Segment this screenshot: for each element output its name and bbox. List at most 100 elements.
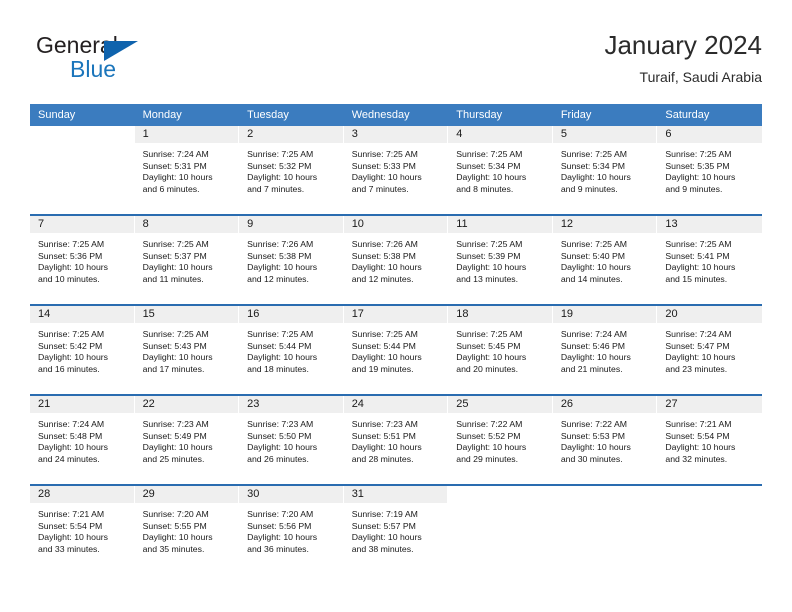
daylight-line2-text: and 32 minutes. — [665, 453, 728, 464]
sunset-text: Sunset: 5:51 PM — [351, 430, 416, 441]
daylight-line1-text: Daylight: 10 hours — [142, 262, 213, 273]
day-cell-30[interactable]: 30 Sunrise: 7:20 AM Sunset: 5:56 PM Dayligh… — [239, 486, 344, 574]
sunset-text: Sunset: 5:38 PM — [351, 250, 416, 261]
day-info: Sunrise: 7:23 AM Sunset: 5:49 PM Daylight:… — [135, 413, 239, 465]
day-cell-23[interactable]: 23 Sunrise: 7:23 AM Sunset: 5:50 PM Dayligh… — [239, 396, 344, 484]
sunset-text: Sunset: 5:47 PM — [665, 340, 730, 351]
daylight-line2-text: and 6 minutes. — [142, 183, 200, 194]
day-number: 19 — [552, 306, 657, 323]
day-cell-26[interactable]: 26 Sunrise: 7:22 AM Sunset: 5:53 PM Dayligh… — [552, 396, 658, 484]
day-number: 30 — [239, 486, 343, 503]
weekday-header-wednesday: Wednesday — [351, 109, 410, 121]
sunrise-text: Sunrise: 7:21 AM — [665, 419, 732, 429]
general-blue-logo[interactable]: General Blue — [36, 32, 256, 88]
daylight-line1-text: Daylight: 10 hours — [665, 352, 736, 363]
day-cell-7[interactable]: 7 Sunrise: 7:25 AM Sunset: 5:36 PM Daylight… — [30, 216, 135, 304]
day-cell-6[interactable]: 6 Sunrise: 7:25 AM Sunset: 5:35 PM Daylight… — [657, 126, 762, 214]
day-number: 18 — [448, 306, 552, 323]
day-cell-1[interactable]: 1 Sunrise: 7:24 AM Sunset: 5:31 PM Daylight… — [134, 126, 240, 214]
sunset-text: Sunset: 5:35 PM — [665, 160, 730, 171]
day-cell-15[interactable]: 15 Sunrise: 7:25 AM Sunset: 5:43 PM Dayligh… — [134, 306, 240, 394]
day-number: 17 — [343, 306, 448, 323]
day-cell-11[interactable]: 11 Sunrise: 7:25 AM Sunset: 5:39 PM Dayligh… — [448, 216, 553, 304]
day-cell-19[interactable]: 19 Sunrise: 7:24 AM Sunset: 5:46 PM Dayligh… — [552, 306, 658, 394]
day-cell-12[interactable]: 12 Sunrise: 7:25 AM Sunset: 5:40 PM Dayligh… — [552, 216, 658, 304]
calendar-week-row: 28 Sunrise: 7:21 AM Sunset: 5:54 PM Dayligh… — [30, 486, 762, 574]
sunrise-text: Sunrise: 7:23 AM — [351, 419, 418, 429]
day-cell-9[interactable]: 9 Sunrise: 7:26 AM Sunset: 5:38 PM Daylight… — [239, 216, 344, 304]
weekday-header-row: Sunday Monday Tuesday Wednesday Thursday Frid… — [30, 104, 762, 126]
sunset-text: Sunset: 5:56 PM — [247, 520, 312, 531]
day-cell-21[interactable]: 21 Sunrise: 7:24 AM Sunset: 5:48 PM Dayligh… — [30, 396, 135, 484]
day-cell-27[interactable]: 27 Sunrise: 7:21 AM Sunset: 5:54 PM Dayligh… — [657, 396, 762, 484]
day-cell-20[interactable]: 20 Sunrise: 7:24 AM Sunset: 5:47 PM Dayligh… — [657, 306, 762, 394]
weekday-header-monday: Monday — [142, 109, 182, 121]
sunset-text: Sunset: 5:34 PM — [560, 160, 626, 171]
sunset-text: Sunset: 5:54 PM — [665, 430, 730, 441]
daylight-line2-text: and 17 minutes. — [142, 363, 205, 374]
sunrise-text: Sunrise: 7:22 AM — [560, 419, 627, 429]
day-cell-22[interactable]: 22 Sunrise: 7:23 AM Sunset: 5:49 PM Dayligh… — [134, 396, 240, 484]
day-info: Sunrise: 7:25 AM Sunset: 5:44 PM Daylight:… — [344, 323, 448, 375]
location-subtitle: Turaif, Saudi Arabia — [639, 69, 762, 85]
sunrise-text: Sunrise: 7:25 AM — [665, 239, 732, 249]
daylight-line1-text: Daylight: 10 hours — [142, 172, 213, 183]
day-cell-2[interactable]: 2 Sunrise: 7:25 AM Sunset: 5:32 PM Daylight… — [239, 126, 344, 214]
day-number: 4 — [448, 126, 552, 143]
page-title: January 2024 — [604, 30, 762, 60]
daylight-line1-text: Daylight: 10 hours — [142, 442, 213, 453]
daylight-line2-text: and 11 minutes. — [142, 273, 204, 284]
day-cell-16[interactable]: 16 Sunrise: 7:25 AM Sunset: 5:44 PM Dayligh… — [239, 306, 344, 394]
day-cell-14[interactable]: 14 Sunrise: 7:25 AM Sunset: 5:42 PM Dayligh… — [30, 306, 135, 394]
sunset-text: Sunset: 5:44 PM — [351, 340, 416, 351]
day-cell-empty — [30, 126, 135, 214]
day-cell-3[interactable]: 3 Sunrise: 7:25 AM Sunset: 5:33 PM Daylight… — [343, 126, 449, 214]
day-info: Sunrise: 7:24 AM Sunset: 5:46 PM Daylight:… — [553, 323, 657, 375]
daylight-line1-text: Daylight: 10 hours — [351, 172, 422, 183]
calendar-grid: Sunday Monday Tuesday Wednesday Thursday Frid… — [30, 104, 762, 574]
daylight-line2-text: and 9 minutes. — [665, 183, 723, 194]
day-info: Sunrise: 7:24 AM Sunset: 5:31 PM Daylight:… — [135, 143, 239, 195]
day-info: Sunrise: 7:23 AM Sunset: 5:51 PM Daylight:… — [344, 413, 448, 465]
sunrise-text: Sunrise: 7:25 AM — [456, 329, 523, 339]
daylight-line2-text: and 38 minutes. — [351, 543, 414, 554]
calendar-week-row: 14 Sunrise: 7:25 AM Sunset: 5:42 PM Dayligh… — [30, 306, 762, 396]
day-cell-10[interactable]: 10 Sunrise: 7:26 AM Sunset: 5:38 PM Dayligh… — [343, 216, 449, 304]
day-cell-5[interactable]: 5 Sunrise: 7:25 AM Sunset: 5:34 PM Daylight… — [552, 126, 658, 214]
day-info: Sunrise: 7:25 AM Sunset: 5:39 PM Daylight:… — [448, 233, 552, 285]
daylight-line2-text: and 25 minutes. — [142, 453, 205, 464]
day-info: Sunrise: 7:25 AM Sunset: 5:32 PM Daylight:… — [239, 143, 343, 195]
sunset-text: Sunset: 5:33 PM — [351, 160, 416, 171]
daylight-line1-text: Daylight: 10 hours — [351, 442, 422, 453]
day-cell-8[interactable]: 8 Sunrise: 7:25 AM Sunset: 5:37 PM Daylight… — [134, 216, 240, 304]
daylight-line2-text: and 20 minutes. — [456, 363, 519, 374]
sunset-text: Sunset: 5:32 PM — [247, 160, 312, 171]
sunset-text: Sunset: 5:48 PM — [38, 430, 103, 441]
daylight-line2-text: and 33 minutes. — [38, 543, 100, 554]
day-number: 5 — [552, 126, 657, 143]
sunset-text: Sunset: 5:52 PM — [456, 430, 521, 441]
day-cell-4[interactable]: 4 Sunrise: 7:25 AM Sunset: 5:34 PM Daylight… — [448, 126, 553, 214]
sunrise-text: Sunrise: 7:25 AM — [38, 329, 105, 339]
day-info: Sunrise: 7:23 AM Sunset: 5:50 PM Daylight:… — [239, 413, 343, 465]
sunrise-text: Sunrise: 7:24 AM — [560, 329, 627, 339]
day-cell-17[interactable]: 17 Sunrise: 7:25 AM Sunset: 5:44 PM Dayligh… — [343, 306, 449, 394]
day-cell-29[interactable]: 29 Sunrise: 7:20 AM Sunset: 5:55 PM Dayligh… — [134, 486, 240, 574]
daylight-line1-text: Daylight: 10 hours — [560, 262, 631, 273]
daylight-line2-text: and 7 minutes. — [247, 183, 305, 194]
sunrise-text: Sunrise: 7:19 AM — [351, 509, 418, 519]
day-number: 25 — [448, 396, 552, 413]
day-info: Sunrise: 7:25 AM Sunset: 5:45 PM Daylight:… — [448, 323, 552, 375]
day-info: Sunrise: 7:25 AM Sunset: 5:33 PM Daylight:… — [344, 143, 448, 195]
day-cell-24[interactable]: 24 Sunrise: 7:23 AM Sunset: 5:51 PM Dayligh… — [343, 396, 449, 484]
day-number: 13 — [657, 216, 762, 233]
day-cell-31[interactable]: 31 Sunrise: 7:19 AM Sunset: 5:57 PM Dayligh… — [343, 486, 449, 574]
day-info: Sunrise: 7:25 AM Sunset: 5:42 PM Daylight:… — [30, 323, 134, 375]
day-info: Sunrise: 7:22 AM Sunset: 5:53 PM Daylight:… — [553, 413, 657, 465]
day-cell-13[interactable]: 13 Sunrise: 7:25 AM Sunset: 5:41 PM Dayligh… — [657, 216, 762, 304]
day-cell-18[interactable]: 18 Sunrise: 7:25 AM Sunset: 5:45 PM Dayligh… — [448, 306, 553, 394]
day-cell-28[interactable]: 28 Sunrise: 7:21 AM Sunset: 5:54 PM Dayligh… — [30, 486, 135, 574]
weekday-header-sunday: Sunday — [38, 109, 76, 121]
day-cell-25[interactable]: 25 Sunrise: 7:22 AM Sunset: 5:52 PM Dayligh… — [448, 396, 553, 484]
daylight-line2-text: and 7 minutes. — [351, 183, 409, 194]
